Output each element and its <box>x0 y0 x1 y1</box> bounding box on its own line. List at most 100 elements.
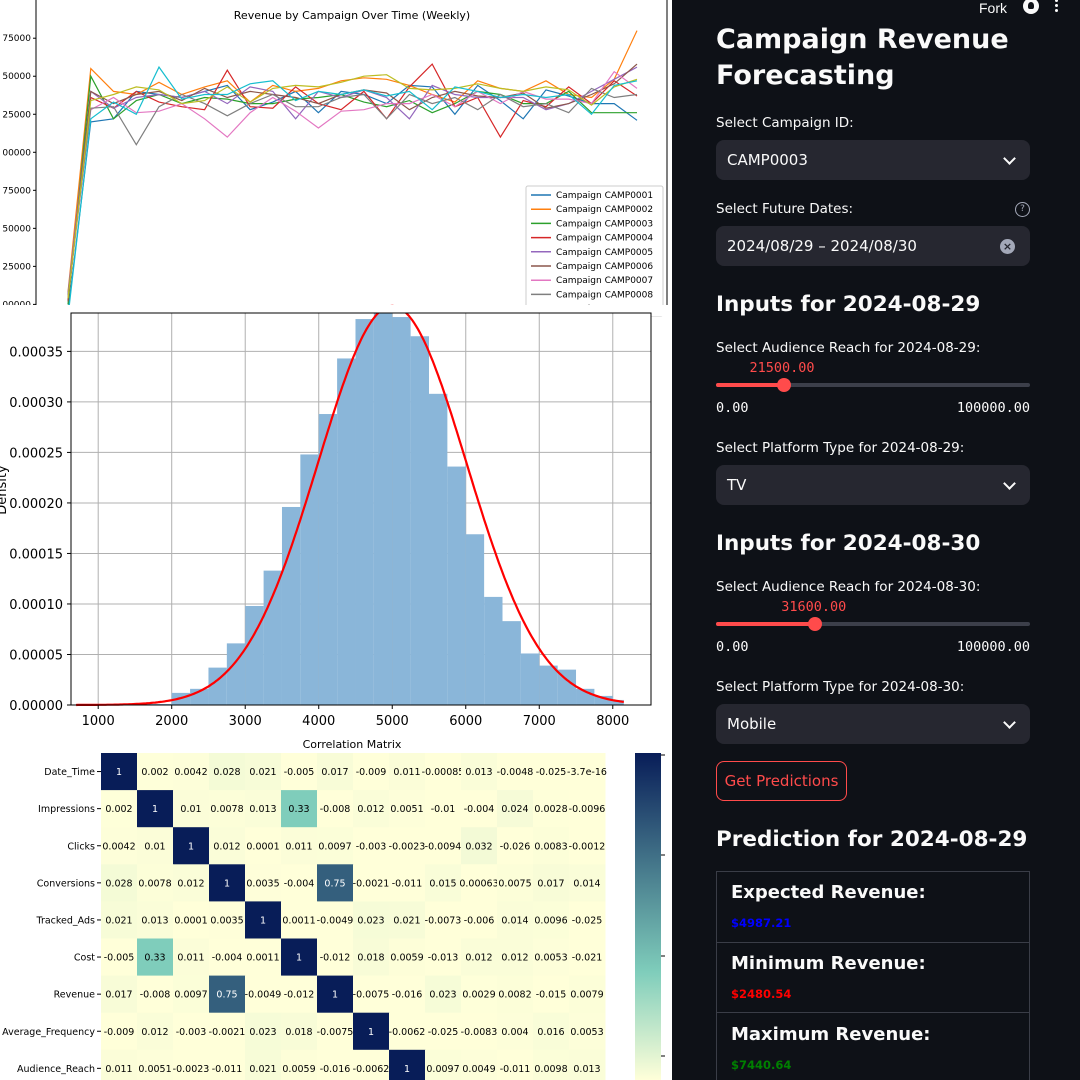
heatmap-cell-label: -0.013 <box>428 953 459 964</box>
heatmap-row-label: Clicks <box>67 841 95 852</box>
heatmap-cell-label: 0.00063 <box>459 878 498 889</box>
heatmap-cells: 1 0.002 0.0042 0.028 0.021 -0.005 0.017 -0.009 0… <box>101 753 607 1080</box>
reach-slider-value-1: 21500.00 <box>749 360 815 376</box>
fork-link[interactable]: Fork <box>979 0 1007 16</box>
heatmap-cell-label: 0.0035 <box>246 878 279 889</box>
minimum-revenue-value: $2480.54 <box>731 987 792 1001</box>
minimum-revenue-card: Minimum Revenue: $2480.54 <box>716 942 1030 1013</box>
heatmap-cell-label: -0.0075 <box>353 990 390 1001</box>
reach-slider-thumb-2[interactable] <box>808 617 823 631</box>
heatmap-row-label: Audience_Reach <box>17 1064 95 1075</box>
heatmap-cell-label: 0.021 <box>105 915 132 926</box>
heatmap-cell-label: 0.0029 <box>462 990 495 1001</box>
heatmap-cell-label: -0.011 <box>500 1064 531 1075</box>
heatmap-cell-label: -0.009 <box>356 767 387 778</box>
heatmap-cell-label: 0.0051 <box>138 1064 171 1075</box>
heatmap-cell-label: -0.015 <box>536 990 567 1001</box>
heatmap-cell-label: -0.003 <box>176 1027 207 1038</box>
heatmap-cell-label: -0.0021 <box>353 878 390 889</box>
histogram-ytick-label: 0.00010 <box>9 598 63 613</box>
heatmap-cell-label: -0.0096 <box>569 804 606 815</box>
histogram-bar <box>447 466 466 705</box>
kebab-menu-icon[interactable] <box>1055 0 1058 12</box>
reach-label-2: Select Audience Reach for 2024-08-30: <box>716 579 981 595</box>
heatmap-row-label: Date_Time <box>44 767 95 778</box>
expected-revenue-value: $4987.21 <box>731 916 792 930</box>
heatmap-cell-label: 0.75 <box>324 878 345 889</box>
heatmap-cell-label: -0.025 <box>572 915 603 926</box>
clear-icon[interactable]: × <box>1000 239 1015 254</box>
histogram-bar <box>355 319 374 705</box>
histogram-bar <box>410 336 429 705</box>
heatmap-cell-label: -0.005 <box>104 953 135 964</box>
top-toolbar: Fork <box>979 0 1080 16</box>
heatmap-row-label: Tracked_Ads <box>36 915 96 926</box>
legend-label-2: Campaign CAMP0002 <box>556 205 653 215</box>
reach-slider-thumb-1[interactable] <box>776 378 791 392</box>
heatmap-cell-label: 0.0075 <box>498 878 531 889</box>
heatmap-cell-label: -0.006 <box>464 915 495 926</box>
histogram-bar <box>318 414 338 705</box>
charts-svg: Revenue by Campaign Over Time (Weekly) 75… <box>0 0 672 1080</box>
platform-select-1[interactable]: TV <box>716 465 1030 505</box>
histogram-xtick-label: 3000 <box>229 714 262 729</box>
histogram-xtick-label: 7000 <box>523 714 556 729</box>
heatmap-cell-label: -0.026 <box>500 841 531 852</box>
histogram-bar <box>281 506 301 705</box>
histogram-ytick-label: 0.00005 <box>9 648 63 663</box>
platform-select-2[interactable]: Mobile <box>716 704 1030 744</box>
heatmap-cell-label: 1 <box>332 990 338 1001</box>
heatmap-cell-label: -0.012 <box>284 990 315 1001</box>
heatmap-cell-label: 1 <box>188 841 194 852</box>
reach-slider-2[interactable] <box>716 617 1030 631</box>
campaign-select-label: Select Campaign ID: <box>716 115 854 131</box>
help-icon[interactable]: ? <box>1015 202 1030 217</box>
heatmap-cell-label: -0.011 <box>392 878 423 889</box>
heatmap-cell-label: 0.0001 <box>246 841 279 852</box>
reach-slider-fill-2 <box>716 622 816 626</box>
heatmap-cell-label: 0.0042 <box>174 767 207 778</box>
heatmap-cell-label: -0.008 <box>140 990 171 1001</box>
heatmap-cell-label: 0.018 <box>357 953 384 964</box>
heatmap-cell-label: 0.01 <box>144 841 165 852</box>
github-icon[interactable] <box>1023 0 1039 14</box>
dates-label: Select Future Dates: <box>716 201 854 217</box>
heatmap-cell-label: 0.33 <box>144 953 165 964</box>
platform-select-value-1: TV <box>727 476 747 494</box>
campaign-select[interactable]: CAMP0003 <box>716 140 1030 180</box>
get-predictions-button[interactable]: Get Predictions <box>716 761 847 801</box>
heatmap-cell-label: -0.011 <box>212 1064 243 1075</box>
heatmap-cell-label: 1 <box>296 953 302 964</box>
heatmap-title: Correlation Matrix <box>303 738 402 751</box>
histogram-ylabel: Density <box>0 465 10 515</box>
heatmap-cell-label: -0.021 <box>572 953 603 964</box>
heatmap-cell-label: 0.0078 <box>138 878 171 889</box>
heatmap-cell-label: 0.011 <box>393 767 420 778</box>
date-range-input[interactable]: 2024/08/29 – 2024/08/30 × <box>716 226 1030 266</box>
heatmap-cell-label: 0.023 <box>429 990 456 1001</box>
reach-slider-value-2: 31600.00 <box>781 599 847 615</box>
heatmap-cell-label: -0.0023 <box>389 841 426 852</box>
line-chart-ytick-label: 25000 <box>2 110 31 120</box>
histogram-bar <box>392 317 411 705</box>
inputs-heading-2: Inputs for 2024-08-30 <box>716 531 981 556</box>
heatmap-row-label: Revenue <box>54 990 96 1001</box>
heatmap-cell-label: 0.017 <box>321 767 348 778</box>
histogram-ytick-label: 0.00035 <box>9 345 63 360</box>
heatmap-cell-label: 0.0059 <box>390 953 423 964</box>
heatmap-cell-label: -0.0062 <box>353 1064 390 1075</box>
heatmap-cell-label: -0.0075 <box>317 1027 354 1038</box>
chevron-down-icon <box>1003 152 1016 165</box>
reach-max-1: 100000.00 <box>956 400 1030 416</box>
heatmap-cell-label: -0.009 <box>104 1027 135 1038</box>
heatmap-cell-label: -0.00085 <box>422 767 465 778</box>
reach-slider-1[interactable] <box>716 378 1030 392</box>
line-chart-ytick-label: 75000 <box>2 186 31 196</box>
histogram-xtick-label: 5000 <box>376 714 409 729</box>
heatmap-cell-label: -0.025 <box>536 767 567 778</box>
heatmap-cell-label: 0.011 <box>105 1064 132 1075</box>
heatmap-cell-label: 0.014 <box>501 915 528 926</box>
campaign-select-value: CAMP0003 <box>727 151 808 169</box>
maximum-revenue-value: $7440.64 <box>731 1058 792 1072</box>
legend-label-5: Campaign CAMP0005 <box>556 248 653 258</box>
